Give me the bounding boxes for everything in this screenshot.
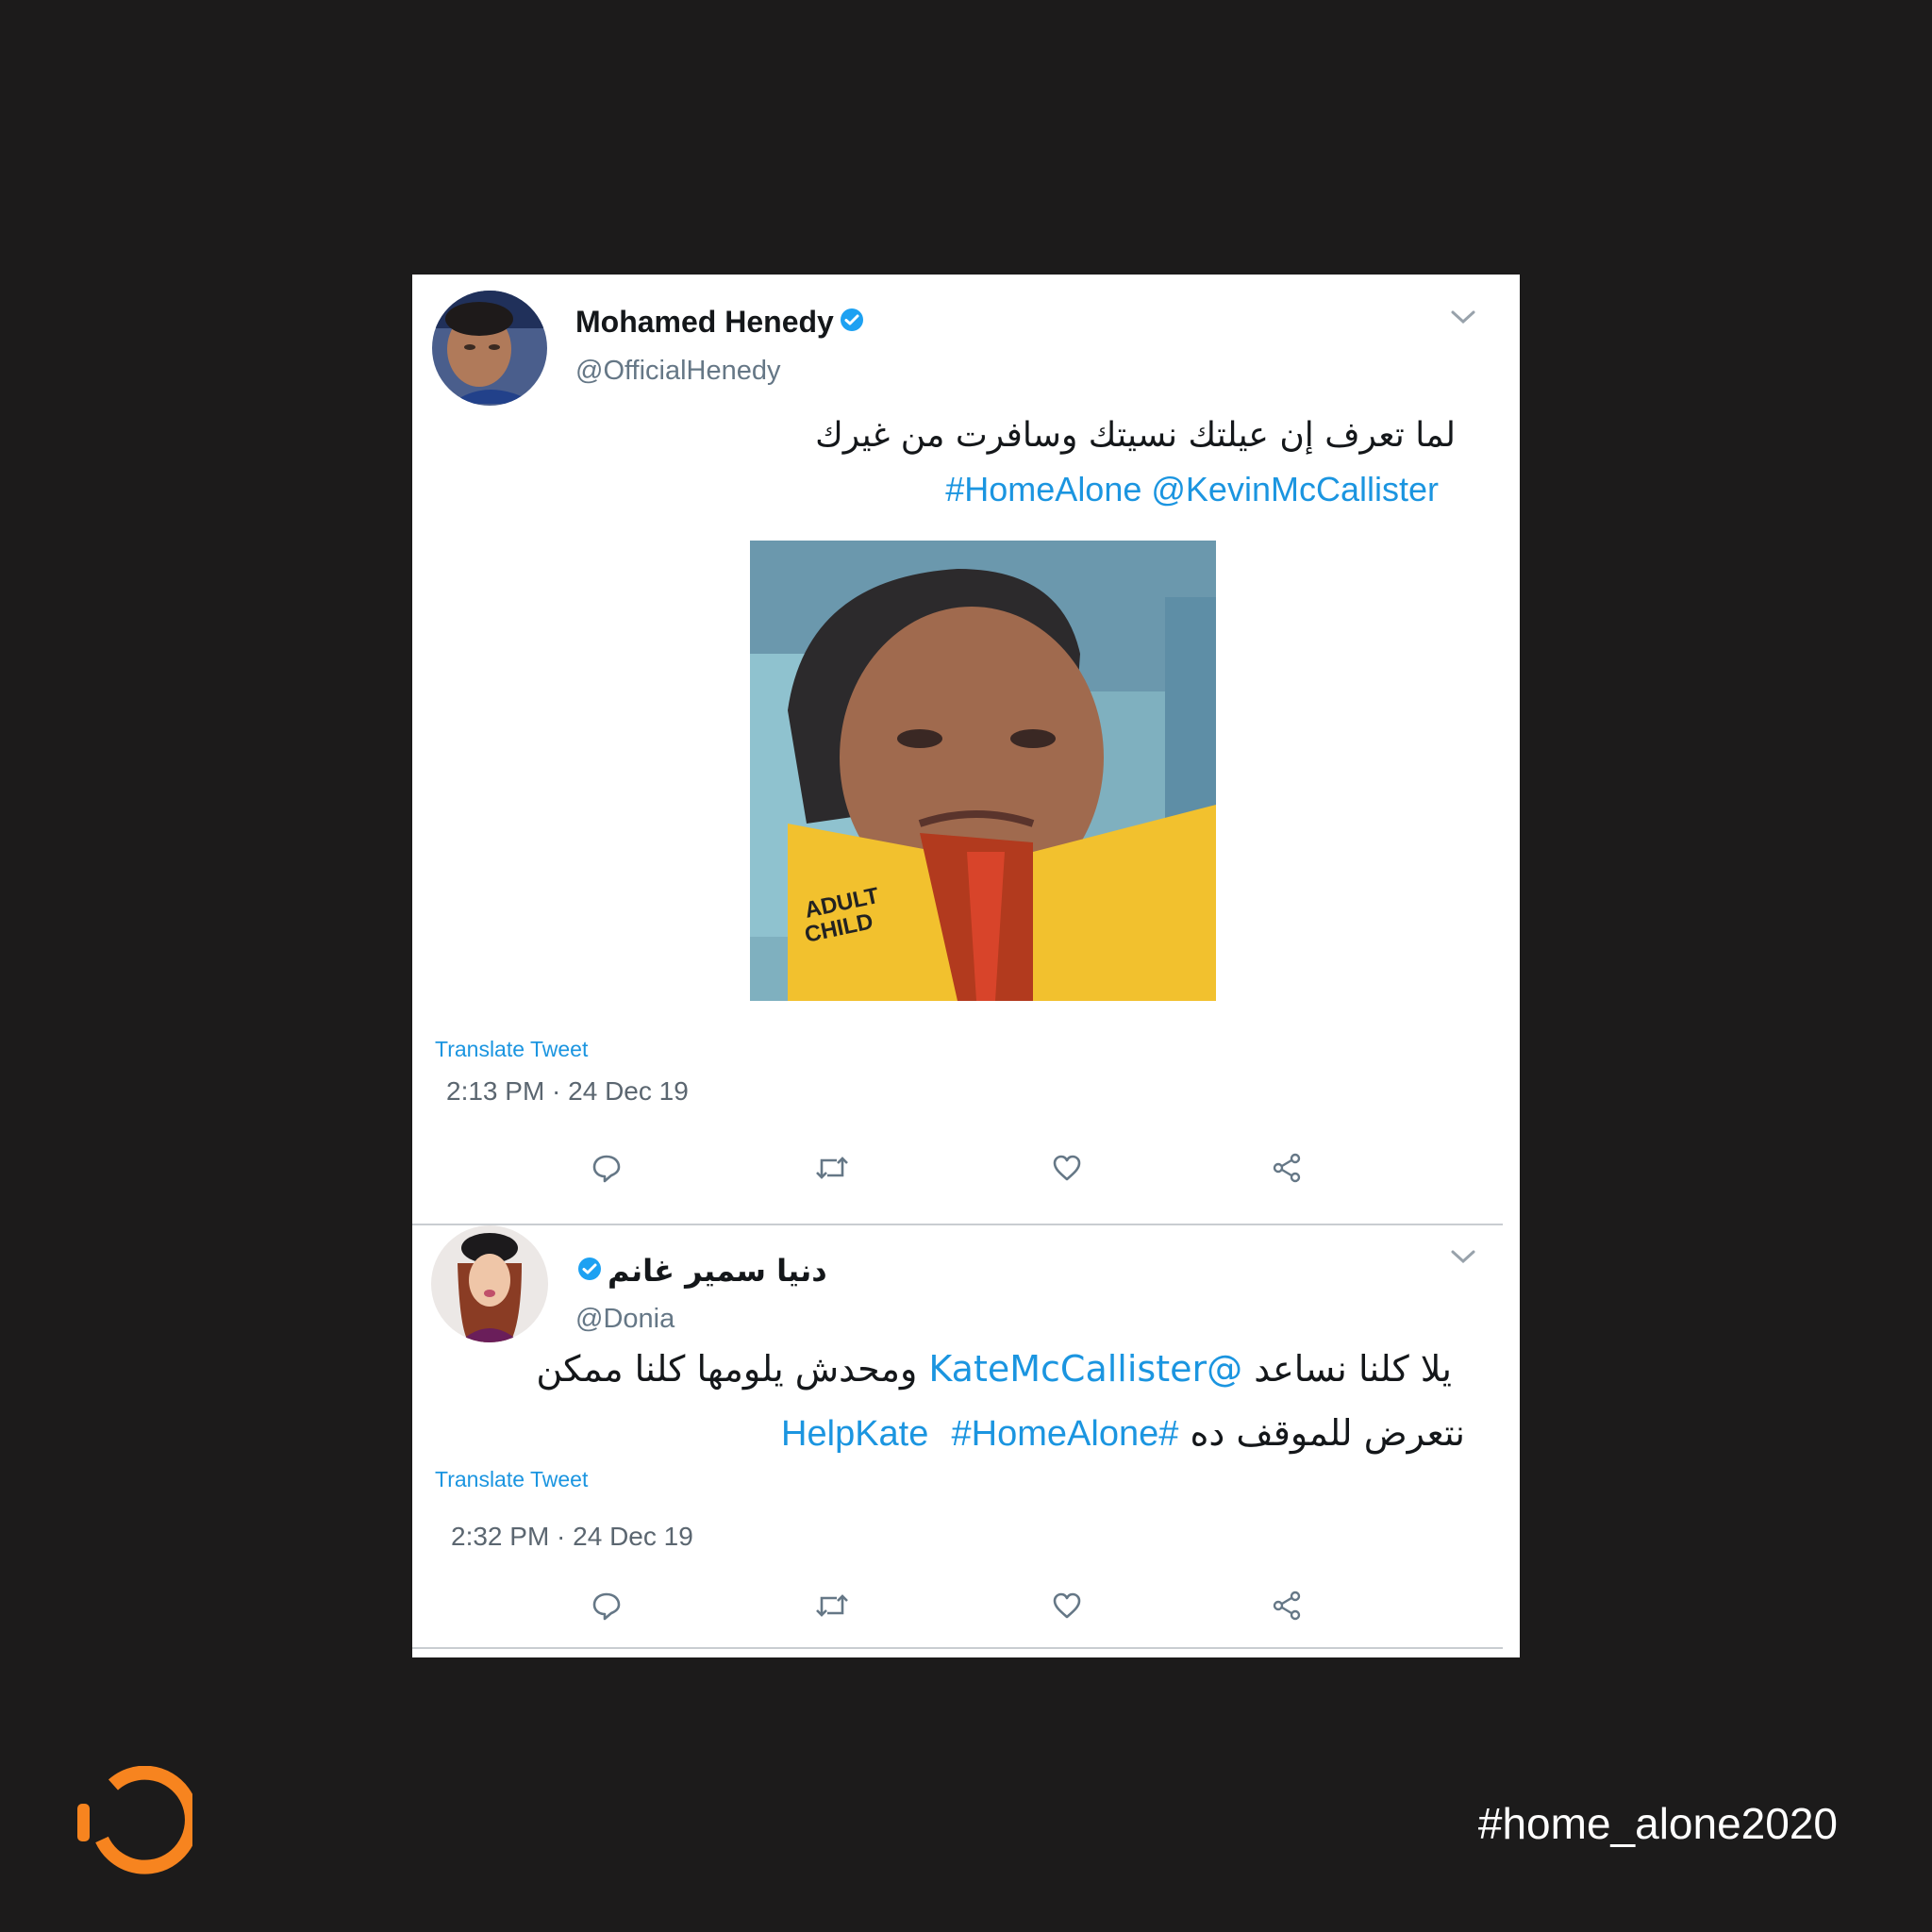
retweet-icon[interactable] <box>810 1146 854 1190</box>
tweet-divider <box>412 1647 1503 1649</box>
reply-icon[interactable] <box>585 1584 628 1627</box>
author-name[interactable]: دنيا سمير غانم <box>608 1253 827 1289</box>
share-icon[interactable] <box>1265 1584 1308 1627</box>
tweet-text-part: ومحدش يلومها كلنا ممكن <box>536 1348 929 1390</box>
author-row: دنيا سمير غانم <box>577 1253 827 1289</box>
avatar[interactable] <box>432 291 547 406</box>
tweet-media-image[interactable]: ADULT CHILD <box>750 541 1216 1001</box>
translate-tweet-link[interactable]: Translate Tweet <box>435 1467 588 1492</box>
tweet-donia: دنيا سمير غانم @Donia يلا كلنا نساعد @Ka… <box>412 1225 1520 1657</box>
chevron-down-icon[interactable] <box>1449 308 1477 330</box>
tweet-text-line2: نتعرض للموقف ده #HelpKate #HomeAlone <box>781 1412 1465 1455</box>
reply-icon[interactable] <box>585 1146 628 1190</box>
avatar[interactable] <box>431 1225 548 1342</box>
tweet-text-part: نتعرض للموقف ده <box>1178 1412 1465 1454</box>
mention-link[interactable]: @KateMcCallister <box>928 1348 1242 1390</box>
verified-badge-icon <box>577 1257 602 1286</box>
author-name[interactable]: Mohamed Henedy <box>575 305 834 340</box>
hashtag-link[interactable]: #HomeAlone <box>952 1414 1159 1454</box>
tweet-actions <box>412 1146 1520 1193</box>
like-icon[interactable] <box>1045 1584 1089 1627</box>
author-handle[interactable]: @OfficialHenedy <box>575 356 781 387</box>
tweets-card: Mohamed Henedy @OfficialHenedy لما تعرف … <box>412 275 1520 1657</box>
tweet-actions <box>412 1584 1520 1631</box>
author-row: Mohamed Henedy <box>575 305 864 340</box>
author-handle[interactable]: @Donia <box>575 1304 675 1335</box>
like-icon[interactable] <box>1045 1146 1089 1190</box>
tweet-tags[interactable]: #HomeAlone @KevinMcCallister <box>945 470 1439 509</box>
translate-tweet-link[interactable]: Translate Tweet <box>435 1037 588 1062</box>
tweet-text: لما تعرف إن عيلتك نسيتك وسافرت من غيرك <box>815 416 1456 455</box>
tweet-henedy: Mohamed Henedy @OfficialHenedy لما تعرف … <box>412 275 1520 1225</box>
tweet-text-part: يلا كلنا نساعد <box>1242 1348 1452 1390</box>
tweet-timestamp[interactable]: 2:13 PM · 24 Dec 19 <box>446 1076 689 1107</box>
brand-logo-icon <box>75 1765 199 1880</box>
tweet-timestamp[interactable]: 2:32 PM · 24 Dec 19 <box>451 1522 693 1552</box>
share-icon[interactable] <box>1265 1146 1308 1190</box>
footer-hashtag: #home_alone2020 <box>1477 1799 1838 1848</box>
retweet-icon[interactable] <box>810 1584 854 1627</box>
verified-badge-icon <box>840 308 864 337</box>
chevron-down-icon[interactable] <box>1449 1248 1477 1270</box>
tweet-text-line1: يلا كلنا نساعد @KateMcCallister ومحدش يل… <box>536 1348 1452 1390</box>
